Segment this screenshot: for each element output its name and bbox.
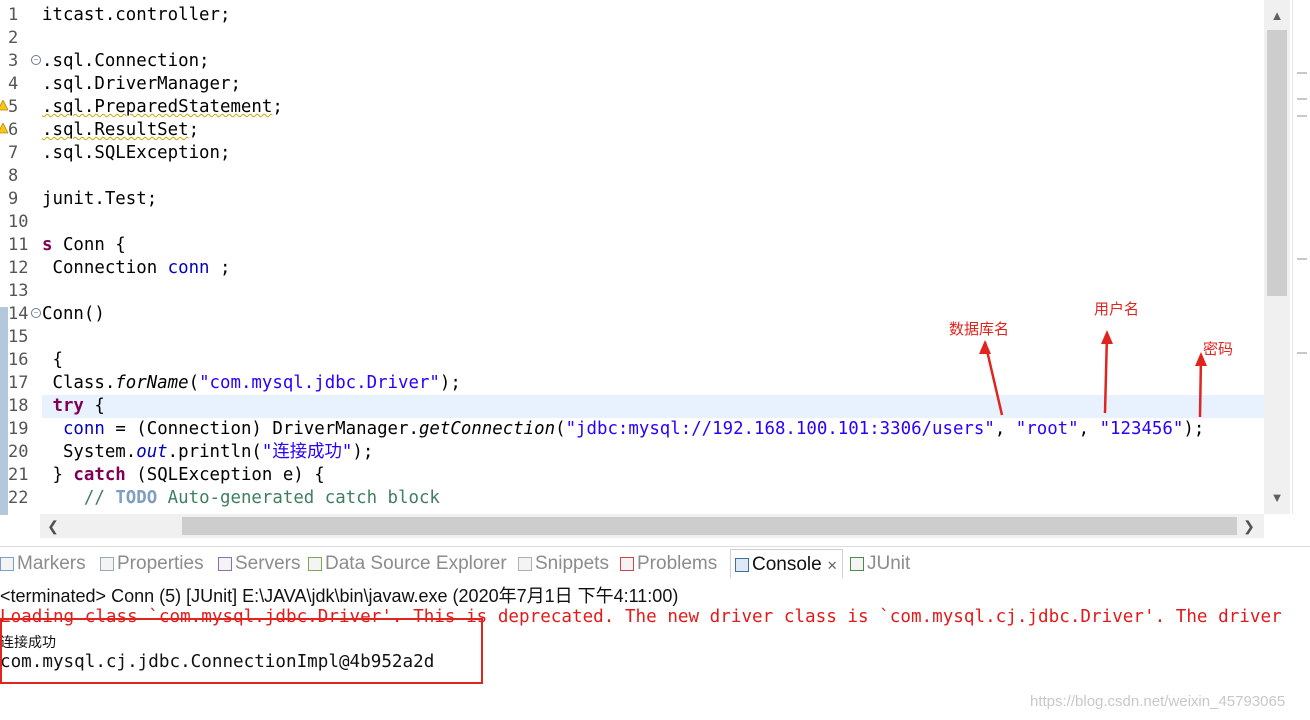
tab-label: Problems bbox=[637, 553, 718, 574]
properties-icon bbox=[100, 556, 114, 571]
tab-label: Properties bbox=[117, 553, 204, 574]
annotation-highlight-box bbox=[0, 618, 483, 684]
tab-properties[interactable]: Properties bbox=[100, 549, 204, 579]
arrowhead-password bbox=[1195, 352, 1207, 366]
junit-icon bbox=[850, 556, 864, 571]
problems-icon bbox=[620, 556, 634, 571]
tab-junit[interactable]: JUnit bbox=[850, 549, 910, 579]
arrow-to-username bbox=[1103, 333, 1109, 414]
snippets-icon bbox=[518, 556, 532, 571]
servers-icon bbox=[218, 556, 232, 571]
tab-label: JUnit bbox=[867, 553, 911, 574]
tab-data-source-explorer[interactable]: Data Source Explorer bbox=[308, 549, 507, 579]
tab-markers[interactable]: Markers bbox=[0, 549, 86, 579]
tab-label: Snippets bbox=[535, 553, 609, 574]
watermark: https://blog.csdn.net/weixin_45793065 bbox=[1030, 693, 1286, 710]
data-source-explorer-icon bbox=[308, 556, 322, 571]
tab-console[interactable]: Console ✕ bbox=[730, 549, 843, 580]
console-icon bbox=[735, 557, 749, 572]
tab-problems[interactable]: Problems bbox=[620, 549, 717, 579]
tab-label: Servers bbox=[235, 553, 301, 574]
tab-servers[interactable]: Servers bbox=[218, 549, 300, 579]
close-icon[interactable]: ✕ bbox=[827, 558, 838, 573]
view-tab-bar: Markers Properties Servers Data Source Expl… bbox=[0, 546, 1310, 580]
arrowhead-username bbox=[1101, 330, 1113, 344]
console-terminated-header: <terminated> Conn (5) [JUnit] E:\JAVA\jd… bbox=[0, 586, 679, 606]
tab-label: Data Source Explorer bbox=[325, 553, 507, 574]
tab-snippets[interactable]: Snippets bbox=[518, 549, 609, 579]
tab-label: Markers bbox=[17, 553, 86, 574]
arrowhead-db-name bbox=[979, 340, 991, 354]
tab-label: Console bbox=[752, 554, 822, 575]
markers-icon bbox=[0, 556, 14, 571]
